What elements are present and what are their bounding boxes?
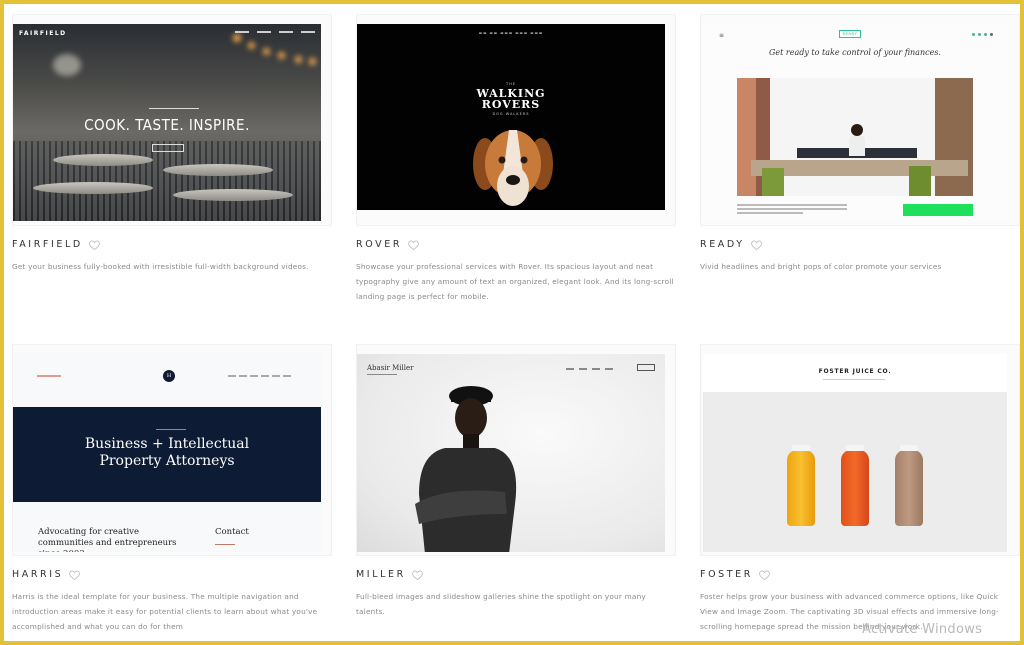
template-title[interactable]: HARRIS [12,569,63,580]
fairfield-preview[interactable]: FAIRFIELD COOK. TASTE. INSPIRE. [13,24,321,221]
template-title-row: FAIRFIELD [12,239,100,250]
foster-preview[interactable]: FOSTER JUICE CO. [703,354,1007,552]
ready-preview[interactable]: ≡ READY Get ready to take control of you… [701,24,1009,221]
template-title[interactable]: FOSTER [700,569,753,580]
miller-nav [566,368,613,370]
template-description: Showcase your professional services with… [356,262,674,301]
heart-icon[interactable] [411,570,423,580]
template-title-row: HARRIS [12,569,81,580]
template-description: Vivid headlines and bright pops of color… [700,262,942,271]
heart-icon[interactable] [750,240,762,250]
foster-logo: FOSTER JUICE CO. [818,368,892,375]
office-photo [737,78,973,196]
template-title-row: ROVER [356,239,419,250]
template-description: Full-bleed images and slideshow gallerie… [356,592,646,616]
heart-icon[interactable] [759,570,770,580]
juice-bottles-photo [703,392,1007,552]
rover-preview[interactable]: ▬▬ ▬▬ ▬▬▬ ▬▬▬ ▬▬▬ THE WALKING ROVERS DOG… [357,24,665,210]
miller-logo: Abasir Miller [367,364,414,372]
template-description: Get your business fully-booked with irre… [12,262,309,271]
template-title-row: MILLER [356,569,423,580]
fairfield-headline: COOK. TASTE. INSPIRE. [84,116,250,134]
fairfield-nav [235,31,315,33]
template-title-row: READY [700,239,762,250]
template-title[interactable]: ROVER [356,239,402,250]
harris-tagline: Advocating for creative communities and … [38,527,177,552]
ready-logo: READY [839,30,861,38]
rover-nav: ▬▬ ▬▬ ▬▬▬ ▬▬▬ ▬▬▬ [478,31,544,35]
grill-image [13,141,321,221]
template-title[interactable]: MILLER [356,569,406,580]
activate-windows-watermark: Activate Windows [862,622,983,637]
dog-image [473,130,553,206]
fairfield-cta [152,144,184,152]
ready-headline: Get ready to take control of your financ… [769,48,941,57]
harris-headline: Business + Intellectual Property Attorne… [84,436,250,469]
harris-contact: Contact [215,527,249,537]
portrait-image [415,386,517,552]
harris-preview[interactable]: H Business + Intellectual Property Attor… [13,352,321,552]
social-icons [972,33,993,36]
menu-icon: ≡ [719,32,725,39]
template-title[interactable]: FAIRFIELD [12,239,83,250]
heart-icon[interactable] [88,240,100,250]
fairfield-logo: FAIRFIELD [19,30,67,37]
template-description: Harris is the ideal template for your bu… [12,592,318,631]
rover-headline: WALKING ROVERS [476,87,546,111]
harris-logo: H [163,370,175,382]
harris-hero: Business + Intellectual Property Attorne… [13,407,321,502]
heart-icon[interactable] [408,240,419,250]
ready-cta-button [903,204,973,216]
template-title-row: FOSTER [700,569,770,580]
heart-icon[interactable] [69,570,81,580]
miller-preview[interactable]: Abasir Miller [357,354,665,552]
harris-nav [228,375,291,377]
template-title[interactable]: READY [700,239,745,250]
